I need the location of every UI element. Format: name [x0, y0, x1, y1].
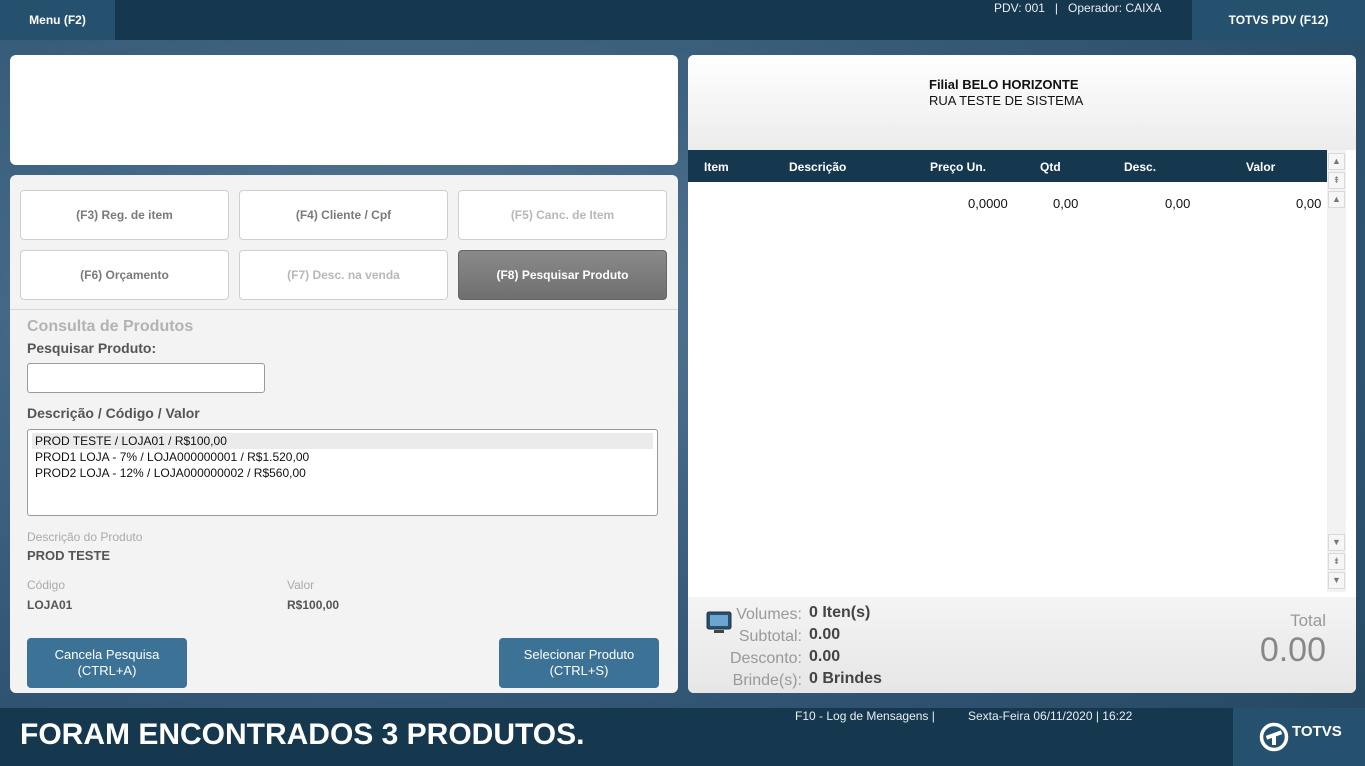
pdv-operator-info: PDV: 001 | Operador: CAIXA	[994, 1, 1162, 15]
summary-footer: Volumes: 0 Iten(s) Subtotal: 0.00 Descon…	[688, 597, 1356, 693]
value-label: Valor	[287, 578, 315, 592]
desconto-value: 0.00	[809, 648, 841, 665]
scroll-up-icon[interactable]: ▲	[1328, 191, 1345, 208]
table-header: Item Descrição Preço Un. Qtd Desc. Valor	[688, 150, 1327, 182]
monitor-icon[interactable]	[706, 611, 732, 635]
receipt-panel: Filial BELO HORIZONTE RUA TESTE DE SISTE…	[688, 55, 1356, 693]
total-value: 0.00	[1259, 631, 1326, 669]
desc-label: Descrição do Produto	[27, 530, 143, 544]
divider	[10, 309, 678, 310]
col-valor: Valor	[1246, 160, 1276, 174]
desconto-label: Desconto:	[729, 650, 802, 667]
scroll-page-down-icon[interactable]: ⇟	[1328, 553, 1345, 570]
brindes-label: Brinde(s):	[732, 672, 802, 689]
brindes-value: 0 Brindes	[809, 670, 882, 687]
desc-value: PROD TESTE	[27, 548, 111, 563]
col-desc: Desc.	[1124, 160, 1157, 174]
list-label: Descrição / Código / Valor	[27, 405, 200, 421]
select-button-shortcut: (CTRL+S)	[549, 663, 609, 678]
scroll-top-icon[interactable]: ▲	[1328, 153, 1345, 170]
orcamento-button[interactable]: (F6) Orçamento	[20, 250, 229, 300]
subtotal-label: Subtotal:	[738, 628, 802, 645]
row-qtd: 0,00	[1053, 196, 1079, 211]
filial-address: RUA TESTE DE SISTEMA	[929, 93, 1084, 108]
volumes-label: Volumes:	[736, 606, 802, 623]
select-product-button[interactable]: Selecionar Produto (CTRL+S)	[499, 638, 659, 688]
main-panel: (F3) Reg. de item (F4) Cliente / Cpf (F5…	[10, 175, 678, 693]
totvs-logo-icon	[1259, 722, 1289, 752]
desc-venda-button[interactable]: (F7) Desc. na venda	[239, 250, 448, 300]
list-item[interactable]: PROD1 LOJA - 7% / LOJA000000001 / R$1.52…	[32, 449, 653, 465]
row-valor: 0,00	[1296, 196, 1322, 211]
total-label: Total	[1290, 611, 1326, 630]
row-preco: 0,0000	[968, 196, 1008, 211]
col-item: Item	[704, 160, 729, 174]
pesquisar-produto-button[interactable]: (F8) Pesquisar Produto	[458, 250, 667, 300]
scrollbar[interactable]: ▲ ⇞ ▲ ▼ ⇟ ▼	[1327, 150, 1346, 592]
date-time: Sexta-Feira 06/11/2020 | 16:22	[968, 709, 1133, 723]
col-preco: Preço Un.	[930, 160, 987, 174]
scroll-down-icon[interactable]: ▼	[1328, 534, 1345, 551]
col-qtd: Qtd	[1040, 160, 1061, 174]
col-descricao: Descrição	[789, 160, 847, 174]
select-button-label: Selecionar Produto	[523, 647, 635, 662]
status-bar: FORAM ENCONTRADOS 3 PRODUTOS. F10 - Log …	[0, 708, 1365, 766]
scroll-bottom-icon[interactable]: ▼	[1328, 572, 1345, 589]
display-panel	[10, 55, 678, 165]
menu-button[interactable]: Menu (F2)	[0, 0, 115, 40]
totvs-pdv-button[interactable]: TOTVS PDV (F12)	[1192, 0, 1365, 40]
log-messages-link[interactable]: F10 - Log de Mensagens |	[795, 709, 935, 723]
top-bar: Menu (F2) PDV: 001 | Operador: CAIXA TOT…	[0, 0, 1365, 40]
code-value: LOJA01	[27, 598, 73, 612]
scroll-page-up-icon[interactable]: ⇞	[1328, 172, 1345, 189]
product-list[interactable]: PROD TESTE / LOJA01 / R$100,00 PROD1 LOJ…	[27, 429, 658, 516]
row-desc: 0,00	[1165, 196, 1191, 211]
value-value: R$100,00	[287, 598, 340, 612]
reg-item-button[interactable]: (F3) Reg. de item	[20, 190, 229, 240]
list-item[interactable]: PROD2 LOJA - 12% / LOJA000000002 / R$560…	[32, 465, 653, 481]
cancel-button-label: Cancela Pesquisa	[54, 647, 160, 662]
search-input[interactable]	[27, 363, 265, 393]
code-label: Código	[27, 578, 66, 592]
cancel-search-button[interactable]: Cancela Pesquisa (CTRL+A)	[27, 638, 187, 688]
section-title: Consulta de Produtos	[27, 318, 194, 335]
search-label: Pesquisar Produto:	[27, 340, 157, 356]
canc-item-button[interactable]: (F5) Canc. de Item	[458, 190, 667, 240]
totvs-logo-text: TOTVS	[1292, 723, 1342, 740]
volumes-value: 0 Iten(s)	[809, 604, 871, 621]
totvs-logo: TOTVS	[1233, 708, 1365, 766]
list-item[interactable]: PROD TESTE / LOJA01 / R$100,00	[32, 433, 653, 449]
status-message: FORAM ENCONTRADOS 3 PRODUTOS.	[20, 718, 585, 751]
cliente-cpf-button[interactable]: (F4) Cliente / Cpf	[239, 190, 448, 240]
cancel-button-shortcut: (CTRL+A)	[77, 663, 137, 678]
subtotal-value: 0.00	[809, 626, 841, 643]
receipt-header: Filial BELO HORIZONTE RUA TESTE DE SISTE…	[688, 55, 1356, 150]
filial-name: Filial BELO HORIZONTE	[929, 77, 1079, 92]
